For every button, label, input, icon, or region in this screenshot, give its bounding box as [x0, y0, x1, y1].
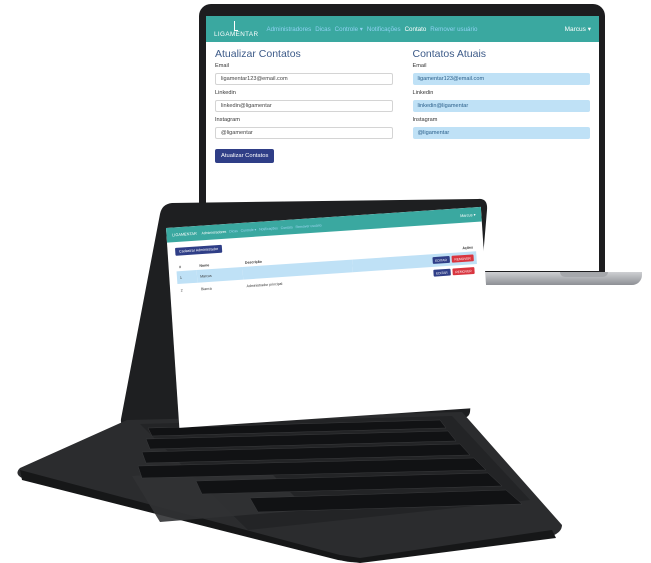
- cb-nav-link-dicas[interactable]: Dicas: [229, 229, 238, 233]
- edit-button[interactable]: EDITAR: [432, 268, 451, 277]
- add-admin-button[interactable]: Cadastrar Administrador: [174, 244, 223, 256]
- cb-nav-link-notificacoes[interactable]: Notificações: [259, 226, 278, 231]
- row-id: 2: [180, 288, 183, 293]
- cb-nav-link-contato[interactable]: Contato: [281, 225, 293, 230]
- edit-button[interactable]: EDITAR: [432, 255, 450, 264]
- cb-nav-link-controle[interactable]: Controle ▾: [240, 227, 256, 232]
- remove-button[interactable]: REMOVER: [451, 254, 474, 263]
- cb-user-menu[interactable]: Marcus ▾: [460, 212, 476, 218]
- cb-brand-name[interactable]: LIGAMENTAR: [172, 231, 197, 238]
- row-name: Bianca: [200, 286, 212, 291]
- chromebook-screen: LIGAMENTAR Administradores Dicas Control…: [166, 206, 495, 428]
- cb-nav-link-administradores[interactable]: Administradores: [201, 229, 226, 235]
- remove-button[interactable]: REMOVER: [452, 267, 475, 276]
- cb-nav-link-remover-usuario[interactable]: Remover usuário: [295, 223, 321, 229]
